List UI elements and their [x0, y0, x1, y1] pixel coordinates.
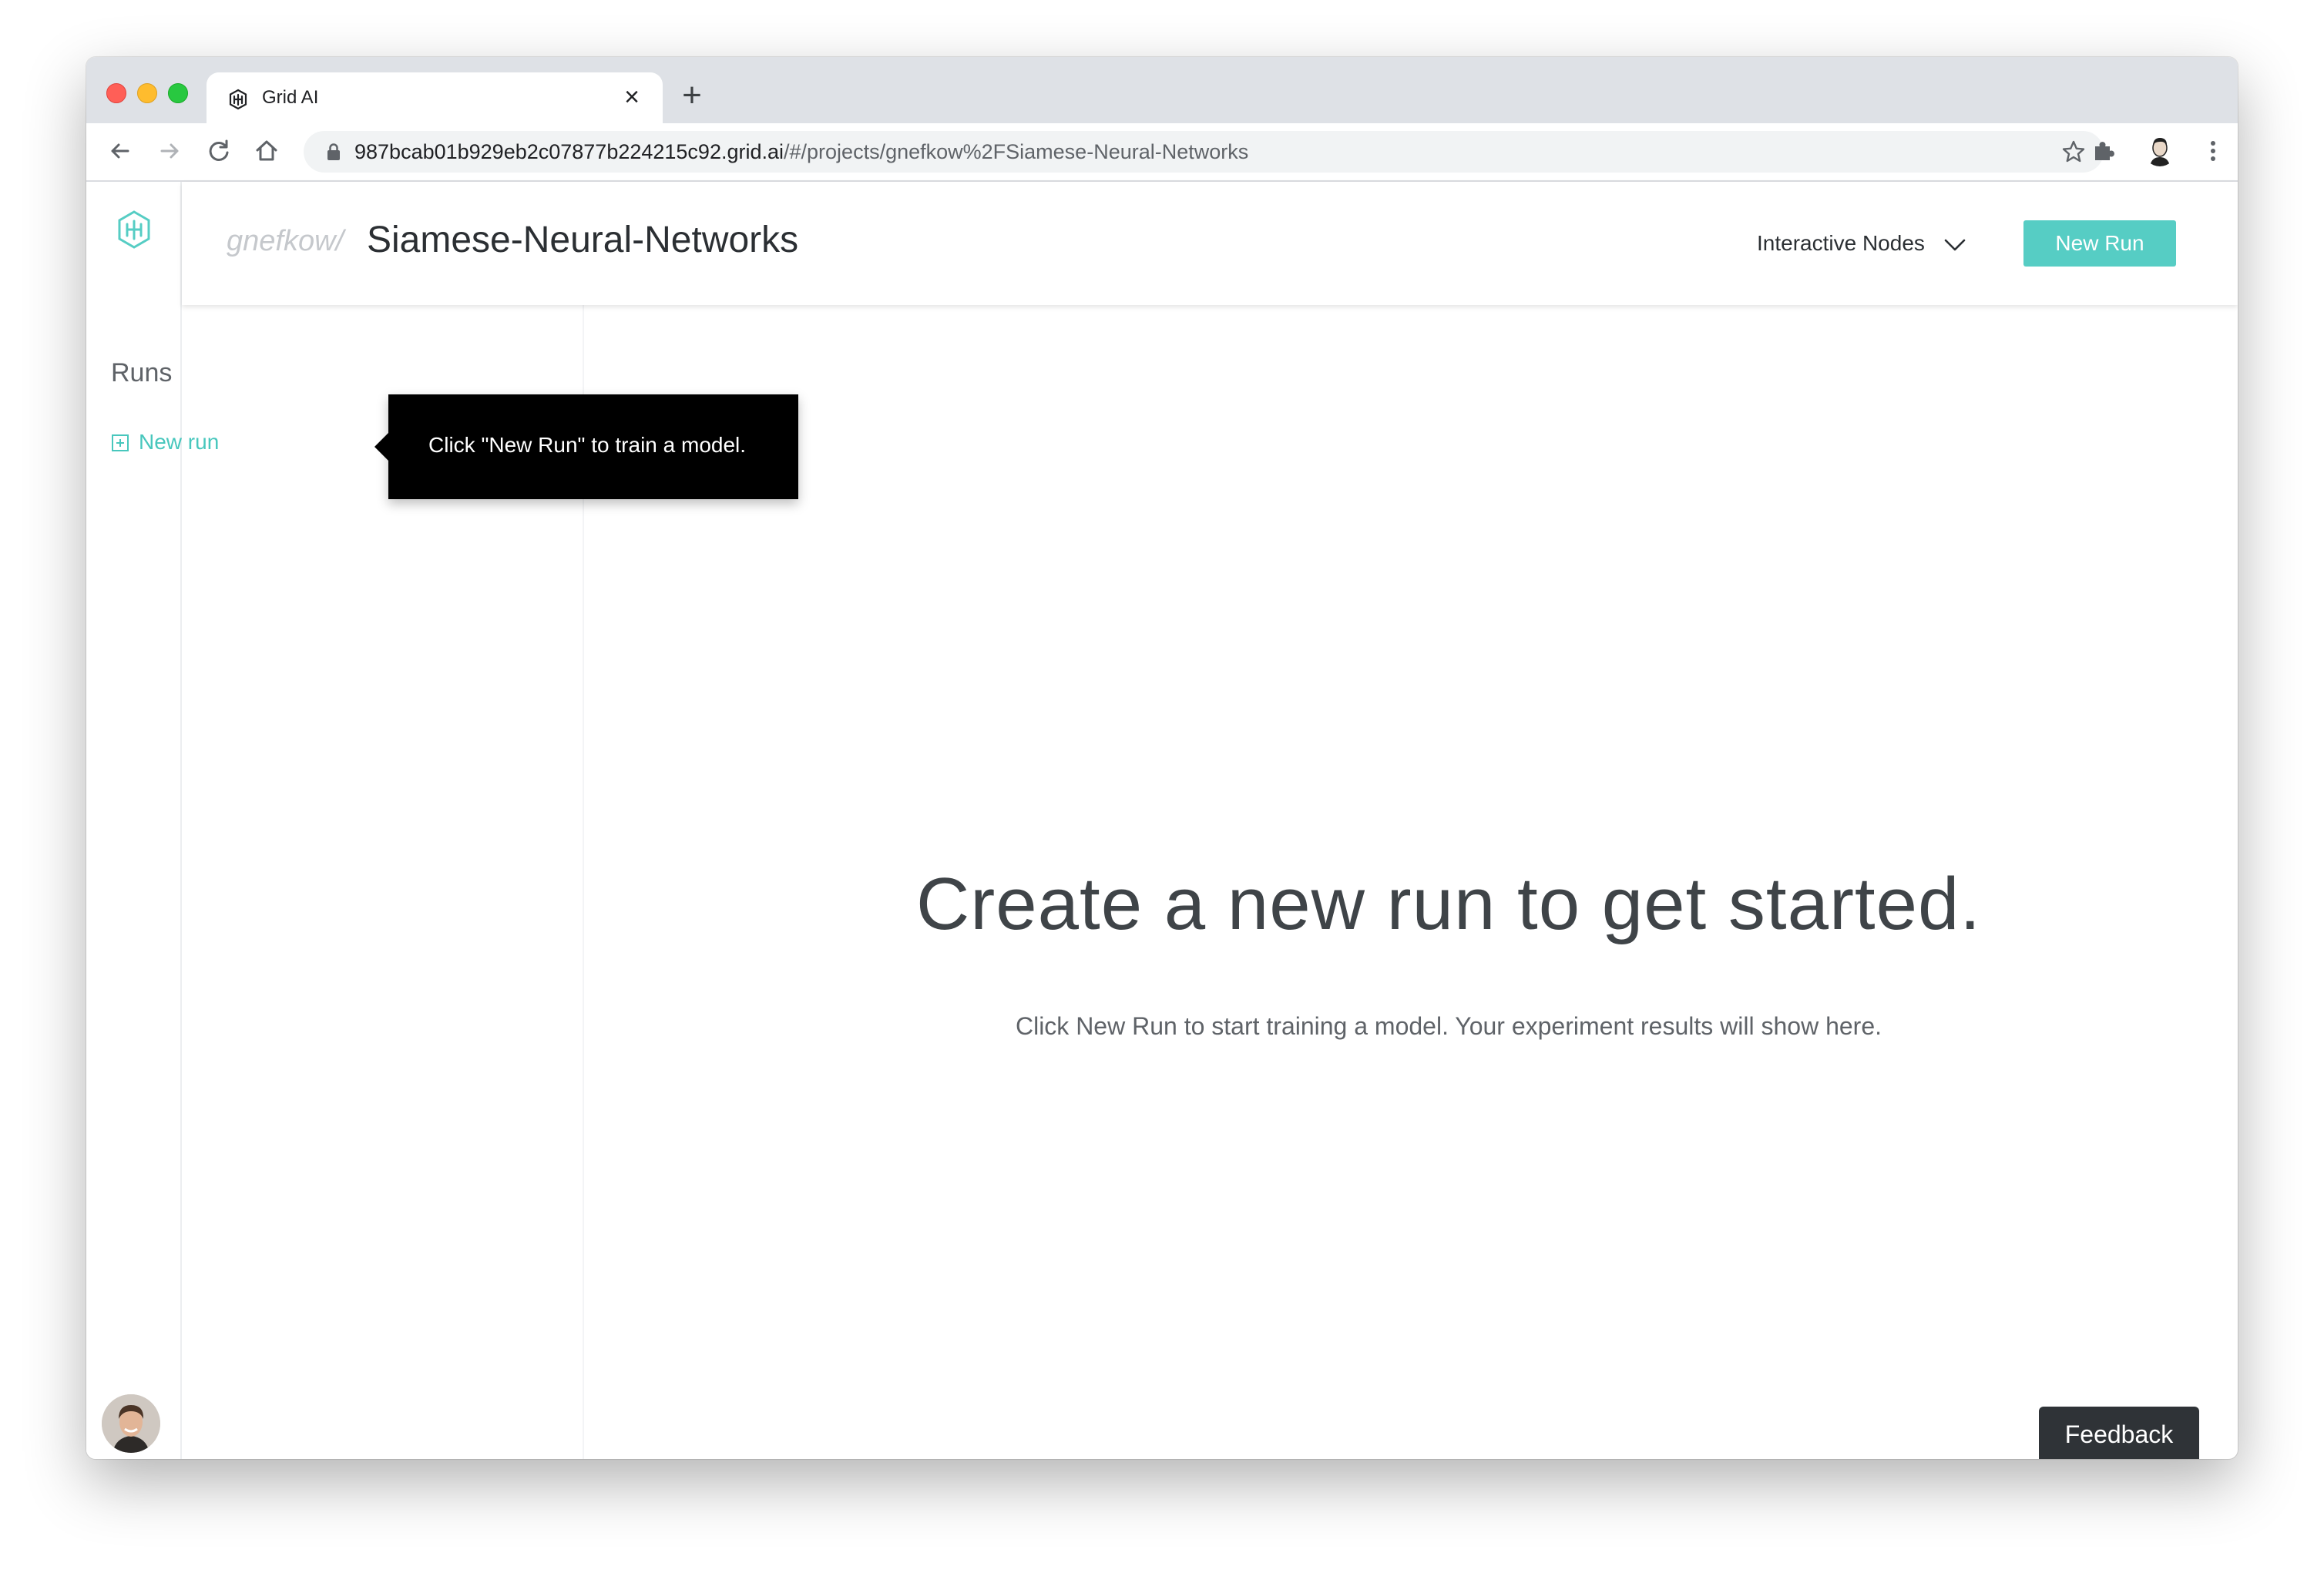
plus-box-icon: [112, 434, 129, 451]
empty-state-title: Create a new run to get started.: [915, 863, 1982, 945]
window-minimize-button[interactable]: [137, 83, 157, 103]
chevron-down-icon[interactable]: [1943, 236, 1966, 254]
user-face-icon: [102, 1394, 160, 1453]
browser-toolbar: 987bcab01b929eb2c07877b224215c92.grid.ai…: [86, 123, 2238, 182]
user-avatar[interactable]: [102, 1394, 160, 1453]
reload-button[interactable]: [203, 136, 234, 166]
lock-icon: [327, 143, 340, 160]
kebab-menu-icon[interactable]: [2201, 136, 2225, 166]
tab-close-button[interactable]: ×: [618, 83, 646, 111]
browser-window: Grid AI × + 987bcab01b929eb2c07877b22421…: [86, 57, 2238, 1459]
arrow-right-icon: [160, 143, 179, 159]
runs-heading: Runs: [111, 358, 173, 387]
window-close-button[interactable]: [106, 83, 126, 103]
url-host: 987bcab01b929eb2c07877b224215c92.grid.ai: [354, 140, 784, 163]
tab-strip: Grid AI × +: [86, 57, 2238, 123]
address-bar[interactable]: 987bcab01b929eb2c07877b224215c92.grid.ai…: [304, 131, 2104, 173]
arrow-left-icon: [111, 143, 129, 159]
home-icon: [256, 140, 277, 161]
home-button[interactable]: [251, 136, 282, 166]
back-button[interactable]: [105, 136, 136, 166]
empty-state-subtitle: Click New Run to start training a model.…: [1015, 1012, 1882, 1040]
feedback-button[interactable]: Feedback: [2039, 1407, 2199, 1459]
grid-logo-icon[interactable]: [116, 210, 153, 250]
puzzle-icon[interactable]: [2088, 136, 2119, 166]
page-title: Siamese-Neural-Networks: [367, 220, 799, 260]
browser-tab[interactable]: Grid AI ×: [207, 72, 663, 123]
new-run-link-label: New run: [139, 430, 220, 454]
url-text: 987bcab01b929eb2c07877b224215c92.grid.ai…: [354, 140, 1248, 163]
new-run-button[interactable]: New Run: [2023, 220, 2176, 267]
profile-avatar[interactable]: [2144, 134, 2176, 166]
tab-title: Grid AI: [262, 87, 319, 108]
interactive-nodes-menu[interactable]: Interactive Nodes: [1757, 230, 1925, 257]
breadcrumb-owner[interactable]: gnefkow/: [227, 222, 344, 260]
url-path: /#/projects/gnefkow%2FSiamese-Neural-Net…: [784, 140, 1249, 163]
reload-icon: [209, 139, 229, 161]
new-tab-button[interactable]: +: [675, 79, 709, 112]
window-maximize-button[interactable]: [168, 83, 188, 103]
project-header: gnefkow/ Siamese-Neural-Networks Interac…: [182, 182, 2238, 305]
star-icon[interactable]: [2060, 139, 2087, 165]
tooltip-text: Click "New Run" to train a model.: [428, 433, 747, 457]
onboarding-tooltip: Click "New Run" to train a model.: [374, 394, 798, 499]
grid-logo-icon: [229, 89, 247, 110]
profile-face-icon: [2144, 134, 2176, 166]
forward-button[interactable]: [154, 136, 185, 166]
